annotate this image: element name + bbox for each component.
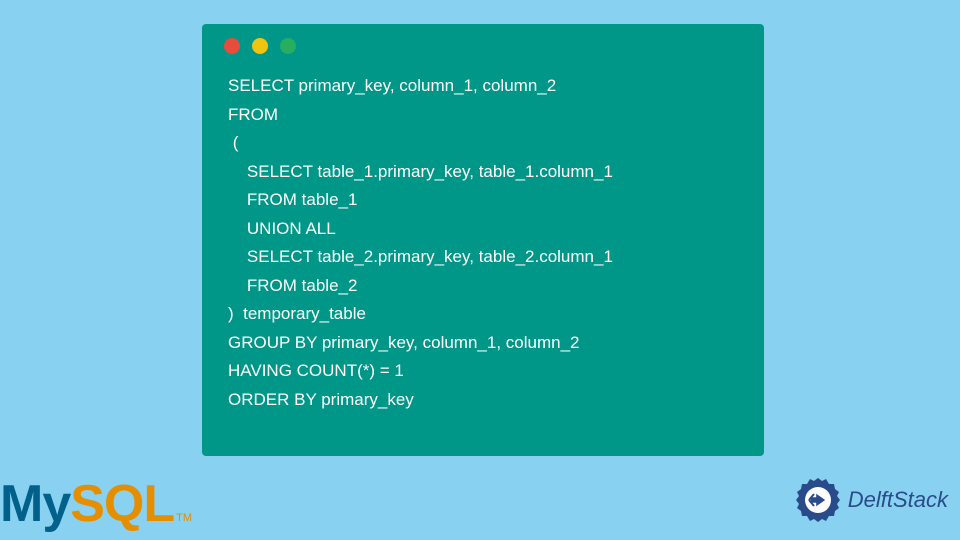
- window-controls: [220, 38, 746, 54]
- code-line: SELECT primary_key, column_1, column_2: [228, 76, 556, 95]
- code-content: SELECT primary_key, column_1, column_2 F…: [220, 72, 746, 415]
- code-window: SELECT primary_key, column_1, column_2 F…: [202, 24, 764, 456]
- code-line: UNION ALL: [228, 219, 336, 238]
- code-line: ORDER BY primary_key: [228, 390, 414, 409]
- delftstack-gear-icon: [794, 476, 842, 524]
- delftstack-logo: DelftStack: [794, 476, 948, 524]
- close-icon: [224, 38, 240, 54]
- code-line: HAVING COUNT(*) = 1: [228, 361, 404, 380]
- code-line: SELECT table_2.primary_key, table_2.colu…: [228, 247, 613, 266]
- code-line: ) temporary_table: [228, 304, 366, 323]
- maximize-icon: [280, 38, 296, 54]
- mysql-my-text: My: [0, 474, 70, 534]
- mysql-logo: MySQLTM: [0, 474, 192, 534]
- code-line: FROM table_2: [228, 276, 357, 295]
- mysql-tm-text: TM: [176, 512, 192, 524]
- code-line: FROM: [228, 105, 278, 124]
- minimize-icon: [252, 38, 268, 54]
- code-line: FROM table_1: [228, 190, 357, 209]
- code-line: (: [228, 133, 238, 152]
- code-line: GROUP BY primary_key, column_1, column_2: [228, 333, 579, 352]
- mysql-sql-text: SQL: [70, 474, 174, 534]
- delftstack-text: DelftStack: [848, 487, 948, 513]
- code-line: SELECT table_1.primary_key, table_1.colu…: [228, 162, 613, 181]
